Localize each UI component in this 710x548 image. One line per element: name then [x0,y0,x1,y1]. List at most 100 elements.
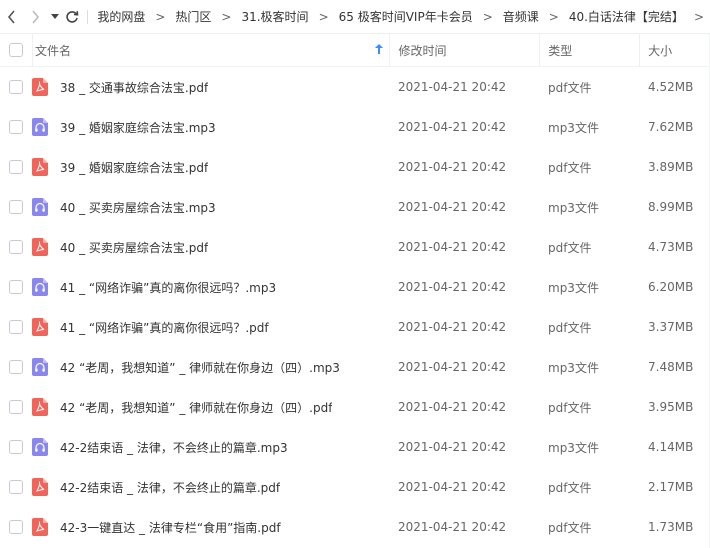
select-all-cell [0,34,33,66]
file-row[interactable]: 41 _ “网络诈骗”真的离你很远吗？.pdf 2021-04-21 20:42… [0,307,710,347]
file-row[interactable]: 42-2结束语 _ 法律，不会终止的篇章.pdf 2021-04-21 20:4… [0,467,710,507]
row-checkbox-cell [0,160,32,174]
file-name-cell[interactable]: 40 _ 买卖房屋综合法宝.pdf [32,238,390,256]
pdf-icon [32,158,48,176]
file-name[interactable]: 39 _ 婚姻家庭综合法宝.mp3 [60,119,216,136]
row-checkbox[interactable] [9,160,23,174]
row-checkbox[interactable] [9,360,23,374]
file-name[interactable]: 42-3一键直达 _ 法律专栏“食用”指南.pdf [60,519,281,536]
file-name-cell[interactable]: 41 _ “网络诈骗”真的离你很远吗？.mp3 [32,278,390,296]
file-name-cell[interactable]: 42-2结束语 _ 法律，不会终止的篇章.pdf [32,478,390,496]
file-row[interactable]: 42-2结束语 _ 法律，不会终止的篇章.mp3 2021-04-21 20:4… [0,427,710,467]
row-checkbox-cell [0,200,32,214]
column-header-name[interactable]: 文件名 [33,34,391,66]
breadcrumb-item[interactable]: 音频课 [499,8,543,25]
file-size: 6.20MB [648,280,694,294]
row-checkbox[interactable] [9,200,23,214]
pdf-icon [32,78,48,96]
forward-button[interactable] [27,6,44,28]
file-name-cell[interactable]: 42 “老周，我想知道” _ 律师就在你身边（四）.pdf [32,398,390,416]
row-checkbox[interactable] [9,80,23,94]
row-checkbox[interactable] [9,280,23,294]
row-checkbox-cell [0,520,32,534]
file-row[interactable]: 40 _ 买卖房屋综合法宝.mp3 2021-04-21 20:42 mp3文件… [0,187,710,227]
chevron-right-icon: > [221,9,232,24]
file-name[interactable]: 40 _ 买卖房屋综合法宝.pdf [60,239,208,256]
file-modified-time: 2021-04-21 20:42 [398,240,507,254]
file-size: 3.37MB [648,320,694,334]
breadcrumb-item[interactable]: 我的网盘 [93,8,149,25]
file-name[interactable]: 42 “老周，我想知道” _ 律师就在你身边（四）.pdf [60,399,332,416]
file-row[interactable]: 42 “老周，我想知道” _ 律师就在你身边（四）.pdf 2021-04-21… [0,387,710,427]
file-name[interactable]: 41 _ “网络诈骗”真的离你很远吗？.mp3 [60,279,276,296]
file-modified-time: 2021-04-21 20:42 [398,520,507,534]
file-modified-time: 2021-04-21 20:42 [398,280,507,294]
file-name-cell[interactable]: 39 _ 婚姻家庭综合法宝.pdf [32,158,390,176]
select-all-checkbox[interactable] [8,43,23,57]
breadcrumb-current[interactable]: 40.白话法律【完结】 [565,8,688,25]
row-checkbox[interactable] [9,520,23,534]
file-row[interactable]: 38 _ 交通事故综合法宝.pdf 2021-04-21 20:42 pdf文件… [0,67,710,107]
column-header-size-label: 大小 [648,43,673,58]
file-type: pdf文件 [548,400,592,415]
row-checkbox[interactable] [9,480,23,494]
row-checkbox-cell [0,440,32,454]
file-list: 38 _ 交通事故综合法宝.pdf 2021-04-21 20:42 pdf文件… [0,67,710,547]
file-name[interactable]: 42-2结束语 _ 法律，不会终止的篇章.pdf [60,479,280,496]
file-modified-time: 2021-04-21 20:42 [398,160,507,174]
breadcrumb-item[interactable]: 热门区 [171,8,215,25]
file-name-cell[interactable]: 38 _ 交通事故综合法宝.pdf [32,78,390,96]
file-name[interactable]: 40 _ 买卖房屋综合法宝.mp3 [60,199,216,216]
file-type: pdf文件 [548,240,592,255]
column-header-time[interactable]: 修改时间 [390,34,541,66]
pdf-icon [32,398,48,416]
file-name-cell[interactable]: 40 _ 买卖房屋综合法宝.mp3 [32,198,390,216]
file-row[interactable]: 42-3一键直达 _ 法律专栏“食用”指南.pdf 2021-04-21 20:… [0,507,710,547]
file-type: pdf文件 [548,480,592,495]
file-modified-time: 2021-04-21 20:42 [398,400,507,414]
file-name[interactable]: 41 _ “网络诈骗”真的离你很远吗？.pdf [60,319,269,336]
file-type: pdf文件 [548,160,592,175]
row-checkbox[interactable] [9,120,23,134]
file-row[interactable]: 39 _ 婚姻家庭综合法宝.pdf 2021-04-21 20:42 pdf文件… [0,147,710,187]
file-name-cell[interactable]: 42-3一键直达 _ 法律专栏“食用”指南.pdf [32,518,390,536]
toolbar-divider [86,9,88,24]
caret-down-icon [50,13,59,19]
audio-icon [32,438,48,456]
file-name[interactable]: 42-2结束语 _ 法律，不会终止的篇章.mp3 [60,439,288,456]
file-name[interactable]: 42 “老周，我想知道” _ 律师就在你身边（四）.mp3 [60,359,340,376]
file-type: pdf文件 [548,520,592,535]
file-name-cell[interactable]: 42-2结束语 _ 法律，不会终止的篇章.mp3 [32,438,390,456]
row-checkbox[interactable] [9,320,23,334]
audio-icon [32,278,48,296]
chevron-right-icon: > [155,9,166,24]
audio-icon [32,198,48,216]
row-checkbox[interactable] [9,400,23,414]
refresh-button[interactable] [64,6,81,28]
chevron-right-icon: > [318,9,329,24]
breadcrumb-item[interactable]: 31.极客时间 [237,8,312,25]
file-name[interactable]: 39 _ 婚姻家庭综合法宝.pdf [60,159,208,176]
pdf-icon [32,478,48,496]
file-name-cell[interactable]: 41 _ “网络诈骗”真的离你很远吗？.pdf [32,318,390,336]
column-header-size[interactable]: 大小 [640,34,710,66]
file-row[interactable]: 41 _ “网络诈骗”真的离你很远吗？.mp3 2021-04-21 20:42… [0,267,710,307]
back-button[interactable] [4,6,21,28]
chevron-right-icon: > [548,9,559,24]
file-modified-time: 2021-04-21 20:42 [398,80,507,94]
pdf-icon [32,518,48,536]
audio-icon [32,358,48,376]
row-checkbox[interactable] [9,440,23,454]
file-name[interactable]: 38 _ 交通事故综合法宝.pdf [60,79,208,96]
column-header-type[interactable]: 类型 [540,34,641,66]
history-dropdown-button[interactable] [49,6,60,28]
breadcrumb-item[interactable]: 65 极客时间VIP年卡会员 [335,8,477,25]
row-checkbox[interactable] [9,240,23,254]
file-size: 2.17MB [648,480,694,494]
file-name-cell[interactable]: 42 “老周，我想知道” _ 律师就在你身边（四）.mp3 [32,358,390,376]
file-modified-time: 2021-04-21 20:42 [398,320,507,334]
file-row[interactable]: 40 _ 买卖房屋综合法宝.pdf 2021-04-21 20:42 pdf文件… [0,227,710,267]
file-row[interactable]: 39 _ 婚姻家庭综合法宝.mp3 2021-04-21 20:42 mp3文件… [0,107,710,147]
file-row[interactable]: 42 “老周，我想知道” _ 律师就在你身边（四）.mp3 2021-04-21… [0,347,710,387]
file-name-cell[interactable]: 39 _ 婚姻家庭综合法宝.mp3 [32,118,390,136]
